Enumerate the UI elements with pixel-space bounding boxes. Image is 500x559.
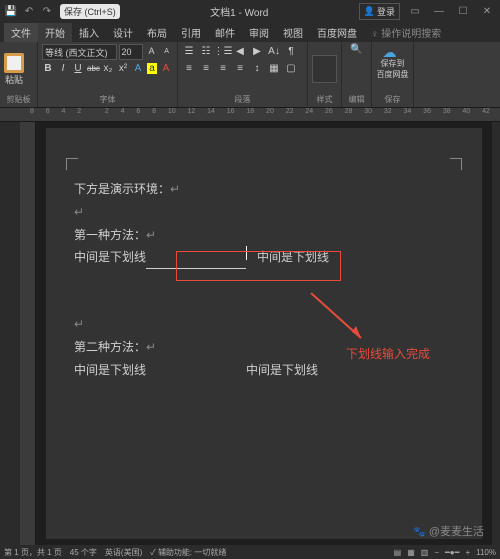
tab-review[interactable]: 审阅 <box>242 23 276 42</box>
account-button[interactable]: 👤 登录 <box>359 3 400 20</box>
superscript-button[interactable]: x² <box>117 63 129 74</box>
sort-button[interactable]: A↓ <box>267 44 281 58</box>
group-save-label: 保存 <box>376 94 409 105</box>
align-right-button[interactable]: ≡ <box>216 61 230 75</box>
close-icon[interactable]: ✕ <box>478 4 496 18</box>
text-line-blank-4: ↵ <box>74 313 454 336</box>
group-font-label: 字体 <box>42 94 173 105</box>
view-web-icon[interactable]: ▥ <box>421 548 429 557</box>
tab-file[interactable]: 文件 <box>4 23 38 42</box>
text-line-method1: 第一种方法：↵ <box>74 224 454 247</box>
tab-view[interactable]: 视图 <box>276 23 310 42</box>
tellme-search[interactable]: ♀ 操作说明搜索 <box>364 23 448 42</box>
bold-button[interactable]: B <box>42 63 54 74</box>
underline-button[interactable]: U <box>72 63 84 74</box>
zoom-in-button[interactable]: + <box>465 548 470 557</box>
status-accessibility[interactable]: ✓ 辅助功能: 一切就绪 <box>150 547 226 558</box>
window-title: 文档1 - Word <box>120 4 359 19</box>
font-color-button[interactable]: A <box>160 63 172 74</box>
shading-button[interactable]: ▦ <box>267 61 281 75</box>
font-name-combo[interactable]: 等线 (西文正文) <box>42 44 117 60</box>
multilevel-button[interactable]: ⋮☰ <box>216 44 230 58</box>
tab-refs[interactable]: 引用 <box>174 23 208 42</box>
save-shortcut-tip: 保存 (Ctrl+S) <box>60 4 120 19</box>
group-edit-label: 编辑 <box>346 94 367 105</box>
subscript-button[interactable]: x₂ <box>102 63 114 74</box>
highlight-button[interactable]: a <box>147 63 157 74</box>
justify-button[interactable]: ≡ <box>233 61 247 75</box>
redo-icon[interactable]: ↷ <box>40 4 54 18</box>
save-icon[interactable]: 💾 <box>4 4 18 18</box>
zoom-level[interactable]: 110% <box>476 548 496 557</box>
text-line-blank-3 <box>74 291 454 313</box>
undo-icon[interactable]: ↶ <box>22 4 36 18</box>
zoom-out-button[interactable]: − <box>434 548 439 557</box>
horizontal-ruler[interactable]: 8642246810121416182022242628303234363840… <box>0 108 500 122</box>
zoom-slider[interactable]: ━●━ <box>445 548 459 557</box>
tab-netdisk[interactable]: 百度网盘 <box>310 23 364 42</box>
align-left-button[interactable]: ≡ <box>182 61 196 75</box>
tab-layout[interactable]: 布局 <box>140 23 174 42</box>
tab-mail[interactable]: 邮件 <box>208 23 242 42</box>
maximize-icon[interactable]: ☐ <box>454 4 472 18</box>
text-effects-button[interactable]: A <box>132 63 144 74</box>
text-line-blank-1: ↵ <box>74 201 454 224</box>
group-paragraph-label: 段落 <box>182 94 303 105</box>
find-icon[interactable]: 🔍 <box>350 44 362 55</box>
status-language[interactable]: 英语(美国) <box>105 547 142 558</box>
line-spacing-button[interactable]: ↕ <box>250 61 264 75</box>
italic-button[interactable]: I <box>57 63 69 74</box>
showmarks-button[interactable]: ¶ <box>284 44 298 58</box>
ribbon-options-icon[interactable]: ▭ <box>406 4 424 18</box>
tab-design[interactable]: 设计 <box>106 23 140 42</box>
indent-dec-button[interactable]: ◀ <box>233 44 247 58</box>
bullets-button[interactable]: ☰ <box>182 44 196 58</box>
shrink-font-icon[interactable]: A <box>160 44 173 58</box>
status-page[interactable]: 第 1 页，共 1 页 <box>4 547 62 558</box>
align-center-button[interactable]: ≡ <box>199 61 213 75</box>
group-styles-label: 样式 <box>312 94 337 105</box>
tab-insert[interactable]: 插入 <box>72 23 106 42</box>
save-to-cloud-button[interactable]: ☁ 保存到 百度网盘 <box>376 44 409 80</box>
styles-gallery[interactable] <box>312 55 337 83</box>
grow-font-icon[interactable]: A <box>145 44 158 58</box>
cloud-icon: ☁ <box>383 44 403 58</box>
margin-mark-tr <box>450 158 462 170</box>
vertical-ruler[interactable] <box>20 122 36 545</box>
numbering-button[interactable]: ☷ <box>199 44 213 58</box>
paste-button[interactable]: 粘贴 <box>4 53 24 86</box>
annotation-rect <box>176 251 341 281</box>
tab-home[interactable]: 开始 <box>38 23 72 42</box>
font-size-combo[interactable]: 20 <box>119 44 144 60</box>
margin-mark-tl <box>66 158 78 170</box>
watermark: @麦麦生活 <box>413 523 484 539</box>
status-wordcount[interactable]: 45 个字 <box>70 547 97 558</box>
strike-button[interactable]: abc <box>87 64 99 73</box>
view-print-icon[interactable]: ▤ <box>394 548 402 557</box>
view-read-icon[interactable]: ▦ <box>407 548 415 557</box>
annotation-label: 下划线输入完成 <box>346 343 430 366</box>
borders-button[interactable]: ▢ <box>284 61 298 75</box>
indent-inc-button[interactable]: ▶ <box>250 44 264 58</box>
group-clipboard-label: 剪贴板 <box>4 94 33 105</box>
text-line-intro: 下方是演示环境：↵ <box>74 178 454 201</box>
minimize-icon[interactable]: — <box>430 4 448 18</box>
paste-icon <box>4 53 24 73</box>
document-page[interactable]: 下方是演示环境：↵ ↵ 第一种方法：↵ 中间是下划线 中间是下划线 ↵ 第二种方… <box>46 128 482 539</box>
